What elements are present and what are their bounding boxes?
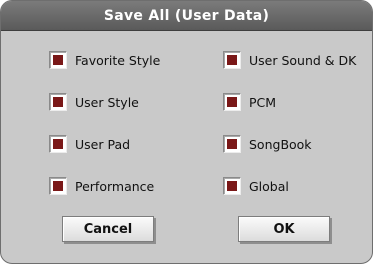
check-mark-icon bbox=[227, 97, 237, 107]
global-checkbox[interactable] bbox=[223, 177, 241, 195]
songbook-checkbox[interactable] bbox=[223, 135, 241, 153]
option-favorite-style[interactable]: Favorite Style bbox=[49, 50, 160, 70]
title-bar: Save All (User Data) bbox=[1, 1, 372, 31]
cancel-button[interactable]: Cancel bbox=[62, 216, 154, 242]
check-mark-icon bbox=[227, 181, 237, 191]
pcm-label: PCM bbox=[249, 94, 277, 110]
check-mark-icon bbox=[53, 97, 63, 107]
option-songbook[interactable]: SongBook bbox=[223, 134, 312, 154]
option-pcm[interactable]: PCM bbox=[223, 92, 276, 112]
option-performance[interactable]: Performance bbox=[49, 176, 154, 196]
pcm-checkbox[interactable] bbox=[223, 93, 241, 111]
check-mark-icon bbox=[53, 139, 63, 149]
check-mark-icon bbox=[227, 55, 237, 65]
user-sound-dk-checkbox[interactable] bbox=[223, 51, 241, 69]
option-user-pad[interactable]: User Pad bbox=[49, 134, 130, 154]
global-label: Global bbox=[249, 178, 289, 194]
performance-label: Performance bbox=[75, 178, 155, 194]
user-pad-label: User Pad bbox=[75, 136, 131, 152]
user-pad-checkbox[interactable] bbox=[49, 135, 67, 153]
dialog-title: Save All (User Data) bbox=[103, 7, 270, 24]
option-global[interactable]: Global bbox=[223, 176, 289, 196]
songbook-label: SongBook bbox=[249, 136, 312, 152]
option-user-sound-dk[interactable]: User Sound & DK bbox=[223, 50, 356, 70]
favorite-style-label: Favorite Style bbox=[75, 52, 161, 68]
user-style-checkbox[interactable] bbox=[49, 93, 67, 111]
option-user-style[interactable]: User Style bbox=[49, 92, 139, 112]
user-style-label: User Style bbox=[75, 94, 139, 110]
performance-checkbox[interactable] bbox=[49, 177, 67, 195]
ok-button[interactable]: OK bbox=[238, 216, 330, 242]
save-all-dialog: Save All (User Data) Favorite Style User… bbox=[0, 0, 373, 264]
user-sound-dk-label: User Sound & DK bbox=[249, 52, 357, 68]
favorite-style-checkbox[interactable] bbox=[49, 51, 67, 69]
check-mark-icon bbox=[53, 181, 63, 191]
check-mark-icon bbox=[53, 55, 63, 65]
check-mark-icon bbox=[227, 139, 237, 149]
